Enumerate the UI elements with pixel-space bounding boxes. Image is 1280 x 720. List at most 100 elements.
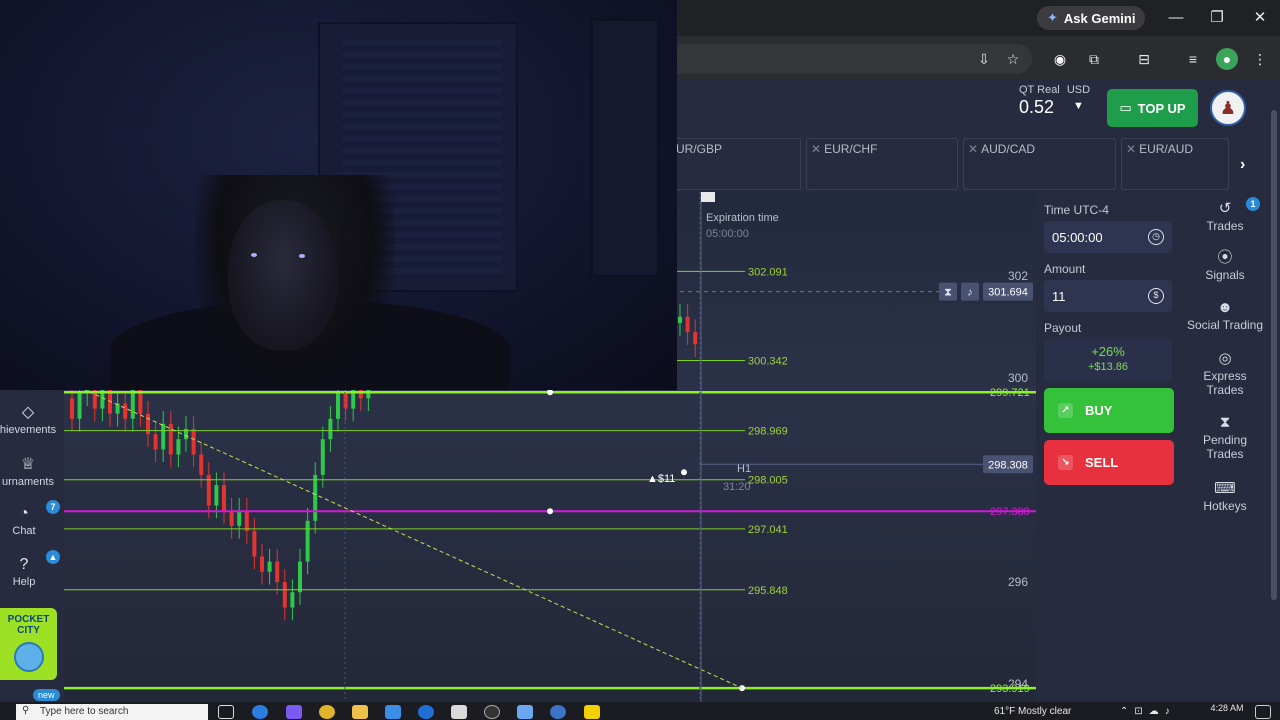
candle-body [229,510,234,526]
asset-tab-eur-aud[interactable]: ✕ EUR/AUD [1121,138,1229,190]
candle-body [685,316,690,333]
wallet-icon: ▭ [1119,100,1132,115]
payout-percent: +26% [1091,344,1125,359]
bookmark-star-icon[interactable]: ☆ [1002,48,1024,70]
top-up-button[interactable]: ▭ TOP UP [1107,89,1198,127]
extension-circle-icon[interactable]: ◉ [1049,48,1071,70]
maximize-icon[interactable]: ❐ [1207,8,1227,28]
close-tab-icon[interactable]: ✕ [968,142,978,156]
sidebar-item-pending-trades[interactable]: ⧗ Pending Trades [1182,415,1268,461]
asset-tab-eur-gbp[interactable]: UR/GBP [671,138,801,190]
profile-avatar-icon[interactable]: ● [1216,48,1238,70]
payout-amount: +$13.86 [1087,361,1129,373]
axis-tick-label: 296 [1008,575,1028,589]
sidebar-item-label: Trades [1206,219,1244,233]
time-input[interactable]: 05:00:00 ◷ [1044,221,1172,253]
promo-title: POCKET CITY [7,614,50,636]
candle-body [290,592,295,608]
chrome-icon[interactable] [319,705,335,719]
copilot-icon[interactable] [286,705,302,719]
tab-search-icon[interactable]: ⊟ [1133,48,1155,70]
candle-body [260,556,264,572]
app-icon-light-blue[interactable] [517,705,533,719]
candle-body [313,474,318,521]
browser-menu-icon[interactable]: ⋮ [1249,48,1271,70]
sidebar-item-achievements[interactable]: ◇ hievements [0,402,60,436]
keyboard-icon: ⌨ [1214,480,1236,497]
sidebar-item-tournaments[interactable]: ♕ urnaments [0,454,60,488]
asset-tab-aud-cad[interactable]: ✕ AUD/CAD [963,138,1116,190]
trophy-icon: ♕ [20,456,36,473]
asset-tab-eur-chf[interactable]: ✕ EUR/CHF [806,138,958,190]
candle-body [161,423,166,450]
ask-gemini-label: Ask Gemini [1063,10,1136,26]
weather-widget[interactable]: 61°F Mostly clear [994,706,1071,717]
minimize-icon[interactable]: — [1166,8,1186,28]
sidebar-item-label: Pending Trades [1202,433,1248,461]
gemini-sparkle-icon: ✦ [1047,10,1058,25]
close-tab-icon[interactable]: ✕ [811,142,821,156]
sidebar-item-social-trading[interactable]: ☻ Social Trading [1182,300,1268,332]
candle-body [237,510,242,526]
axis-tick-label: 294 [1008,677,1028,691]
amount-value: 11 [1052,289,1066,304]
clock-icon[interactable]: ◷ [1148,229,1164,245]
app-icon-yellow[interactable] [584,705,600,719]
sell-label: SELL [1085,455,1119,470]
dollar-icon[interactable]: $ [1148,288,1164,304]
balance-value[interactable]: 0.52 [1019,97,1054,118]
install-app-icon[interactable]: ⇩ [973,48,995,70]
diamond-icon: ◇ [21,404,35,421]
expiration-label: Expiration time [706,212,779,224]
new-badge: new [33,689,60,701]
system-tray-icons[interactable]: ⌃⊡☁♪ [1120,706,1176,717]
sidebar-item-hotkeys[interactable]: ⌨ Hotkeys [1182,480,1268,513]
close-icon[interactable]: ✕ [1250,8,1270,28]
trend-line [69,382,743,689]
sidebar-item-label: Hotkeys [1203,499,1247,513]
trade-entry-point [681,469,687,476]
taskbar-search-input[interactable]: Type here to search [16,704,208,720]
scrollbar-thumb[interactable] [1271,110,1277,600]
candle-body [298,561,302,593]
media-controls-icon[interactable]: ≡ [1182,48,1204,70]
chevron-right-icon[interactable]: › [1240,156,1245,174]
candle-body [168,423,173,455]
sidebar-item-express-trades[interactable]: ◎ Express Trades [1182,351,1268,397]
amount-input[interactable]: 11 $ [1044,280,1172,312]
app-icon-blue[interactable] [418,705,434,719]
caret-down-icon[interactable]: ▼ [1073,100,1084,112]
taskbar-clock[interactable]: 4:28 AM [1205,703,1249,713]
notifications-icon[interactable] [1255,705,1271,719]
app-icon-globe[interactable] [550,705,566,719]
asset-tab-label: EUR/CHF [824,142,878,156]
pocket-city-promo[interactable]: POCKET CITY [0,608,57,680]
buy-label: BUY [1085,403,1113,418]
ask-gemini-button[interactable]: ✦ Ask Gemini [1037,6,1146,30]
buy-button[interactable]: ↗ BUY [1044,388,1174,433]
avatar-figure-icon: ♟ [1219,97,1237,118]
app-icon-gray[interactable] [451,705,467,719]
webcam-eye-left [251,253,257,257]
candle-body [305,520,310,562]
candle-body [252,531,257,557]
file-explorer-icon[interactable] [352,705,368,719]
level-label: 299.721 [990,387,1030,399]
sidebar-item-signals[interactable]: ⦿ Signals [1182,250,1268,282]
user-avatar[interactable]: ♟ [1210,90,1246,126]
account-label[interactable]: QT Real USD [1019,84,1090,96]
help-notification-badge: ▲ [46,550,60,564]
task-view-icon[interactable] [218,705,234,719]
close-tab-icon[interactable]: ✕ [1126,142,1136,156]
time-value: 05:00:00 [1052,230,1103,245]
candle-body [328,418,333,440]
account-currency: USD [1066,84,1091,96]
extensions-puzzle-icon[interactable]: ⧉ [1083,48,1105,70]
app-icon-dark[interactable] [484,705,500,719]
trade-marker-label: ▲$11 [647,473,675,485]
sidebar-item-label: Signals [1205,268,1245,282]
store-icon[interactable] [385,705,401,719]
sell-button[interactable]: ↘ SELL [1044,440,1174,485]
edge-icon[interactable] [252,705,268,719]
candle-body [275,561,280,582]
